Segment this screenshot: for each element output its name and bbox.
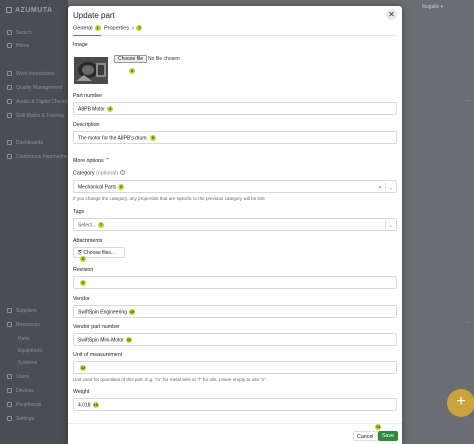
external-link-icon: ↗ xyxy=(130,25,135,32)
revision-label: Revision xyxy=(73,267,94,273)
chevron-down-icon[interactable]: ⌄ xyxy=(389,185,393,191)
part-number-input[interactable]: A8PB Motor 4 xyxy=(73,102,397,115)
sidebar-item-suppliers[interactable]: Suppliers xyxy=(7,308,37,314)
clear-icon[interactable]: ✕ xyxy=(378,185,382,191)
description-label: Description xyxy=(73,122,100,128)
sidebar-item-peripherals[interactable]: Peripherals xyxy=(7,402,41,408)
close-icon[interactable]: ✕ xyxy=(386,9,397,20)
step-badge: 14 xyxy=(375,424,382,430)
step-badge: 5 xyxy=(149,135,156,141)
step-badge: 13 xyxy=(92,402,99,408)
unit-of-measurement-label: Unit of measurement xyxy=(73,352,123,358)
vendor-part-number-label: Vendor part number xyxy=(73,324,120,330)
step-badge: 11 xyxy=(125,337,132,343)
tab-properties[interactable]: Properties↗ 2 xyxy=(104,25,143,32)
step-badge: 4 xyxy=(106,106,113,112)
save-button[interactable]: Save xyxy=(378,431,399,441)
sidebar-item-users[interactable]: Users xyxy=(7,374,29,380)
vendor-label: Vendor xyxy=(73,296,90,302)
app-logo: AZUMUTA xyxy=(6,7,53,14)
sidebar-item-audits[interactable]: Audits & Digital Checklist xyxy=(7,99,72,105)
part-number-label: Part number xyxy=(73,93,103,99)
user-menu[interactable]: Ikugalle ▾ xyxy=(422,4,443,10)
step-badge: 10 xyxy=(128,309,136,315)
cancel-button[interactable]: Cancel xyxy=(353,431,378,441)
more-options-toggle[interactable]: More options ⌃ xyxy=(73,158,110,164)
step-badge: 8 xyxy=(80,256,86,262)
step-badge: 12 xyxy=(80,365,87,371)
sidebar-item-continuous-improvement[interactable]: Continuous Improvement xyxy=(7,154,72,160)
category-hint: If you change the category, any properti… xyxy=(73,196,265,201)
image-label: Image xyxy=(73,42,88,48)
sidebar-item-resources[interactable]: Resources xyxy=(7,322,40,328)
category-select[interactable]: Mechanical Parts 6 ✕ ⌄ xyxy=(73,180,397,193)
category-label: Category (optional)? xyxy=(73,170,126,177)
row-actions-icon[interactable]: ··· xyxy=(465,320,471,326)
tags-select[interactable]: Select... 7 ⌄ xyxy=(73,218,397,231)
unit-of-measurement-hint: Unit used for quantities of this part. E… xyxy=(73,377,268,382)
modal-footer: 14 Cancel Save xyxy=(68,423,402,444)
part-image-thumbnail xyxy=(74,57,108,84)
step-badge: 9 xyxy=(80,280,86,286)
sidebar-item-work-instructions[interactable]: Work Instructions xyxy=(7,71,55,77)
modal-tabs: General 1 Properties↗ 2 xyxy=(73,24,397,36)
choose-image-button[interactable]: Choose file xyxy=(114,55,148,63)
sidebar-item-home[interactable]: Home xyxy=(7,43,29,49)
step-badge: 7 xyxy=(98,222,105,228)
step-badge: 1 xyxy=(94,25,101,31)
tags-label: Tags xyxy=(73,209,85,215)
row-actions-icon[interactable]: ··· xyxy=(465,98,471,104)
unit-of-measurement-input[interactable]: 12 xyxy=(73,361,397,374)
sidebar-item-devices[interactable]: Devices xyxy=(7,388,34,394)
update-part-modal: Update part ✕ General 1 Properties↗ 2 Imag… xyxy=(68,6,402,444)
step-badge: 6 xyxy=(118,184,125,190)
app-sidebar: AZUMUTA Search Home Work Instructions Qu… xyxy=(0,0,72,444)
weight-label: Weight xyxy=(73,389,90,395)
sidebar-item-dashboards[interactable]: Dashboards xyxy=(7,140,43,146)
weight-input[interactable]: 4.018 13 xyxy=(73,398,397,411)
modal-title: Update part xyxy=(73,11,115,20)
description-input[interactable]: The motor for the A8PB's drum. 5 xyxy=(73,131,397,144)
sidebar-item-search[interactable]: Search xyxy=(7,30,32,36)
sidebar-item-quality-management[interactable]: Quality Management xyxy=(7,85,62,91)
chevron-down-icon[interactable]: ⌄ xyxy=(389,223,393,229)
sidebar-item-systems[interactable]: Systems xyxy=(18,360,37,366)
choose-files-button[interactable]: ⎘ Choose files...8 xyxy=(73,247,125,262)
sidebar-item-equipment[interactable]: Equipment xyxy=(18,348,42,354)
add-fab-button[interactable]: + xyxy=(447,389,474,417)
revision-input[interactable]: 9 xyxy=(73,276,397,289)
sidebar-item-settings[interactable]: Settings xyxy=(7,416,34,422)
tab-general[interactable]: General 1 xyxy=(73,25,101,36)
sidebar-item-skill-matrix[interactable]: Skill Matrix & Training xyxy=(7,113,64,119)
vendor-part-number-input[interactable]: SwiftSpin Mini-Motor 11 xyxy=(73,333,397,346)
step-badge: 2 xyxy=(136,25,143,31)
sidebar-item-parts[interactable]: Parts xyxy=(18,336,30,342)
chevron-up-icon: ⌃ xyxy=(105,158,110,164)
attachments-label: Attachments xyxy=(73,238,103,244)
step-badge: 3 xyxy=(129,68,135,74)
info-icon[interactable]: ? xyxy=(120,170,126,175)
tab-properties-label: Properties xyxy=(104,25,130,32)
vendor-input[interactable]: SwiftSpin Engineering 10 xyxy=(73,305,397,318)
tab-general-label: General xyxy=(73,25,93,32)
no-file-text: No file chosen xyxy=(148,56,180,62)
